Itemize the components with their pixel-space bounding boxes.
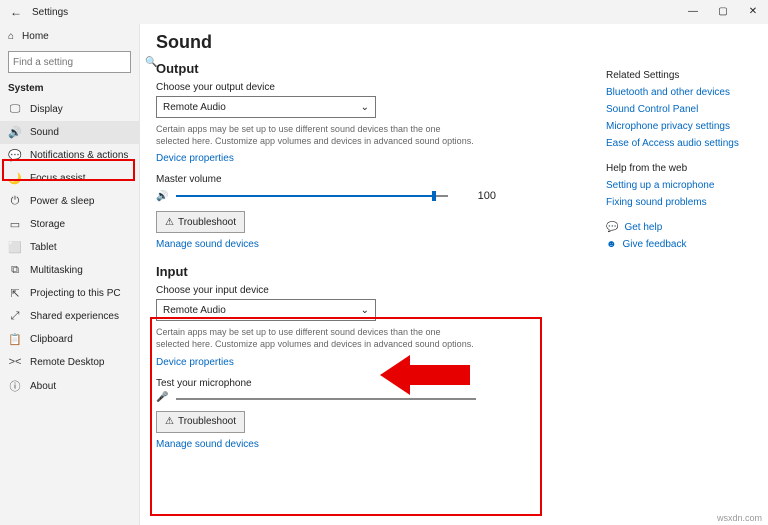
sidebar-item-home[interactable]: ⌂ Home <box>0 26 139 47</box>
maximize-button[interactable]: ▢ <box>708 0 738 24</box>
microphone-level-bar <box>176 398 476 400</box>
sidebar-item-projecting[interactable]: ⇱Projecting to this PC <box>0 282 139 305</box>
warning-icon: ⚠ <box>165 416 174 427</box>
output-device-select[interactable]: Remote Audio ⌄ <box>156 96 376 118</box>
about-icon: ⓘ <box>8 378 22 394</box>
input-device-properties-link[interactable]: Device properties <box>156 357 234 368</box>
sidebar-item-power-sleep[interactable]: ⏻Power & sleep <box>0 190 139 213</box>
link-sound-control-panel[interactable]: Sound Control Panel <box>606 104 756 115</box>
main-content: Sound Output Choose your output device R… <box>140 24 768 525</box>
focus-icon: 🌙 <box>8 172 22 185</box>
back-button[interactable]: ← <box>8 5 24 19</box>
sidebar-item-storage[interactable]: ▭Storage <box>0 213 139 236</box>
input-device-value: Remote Audio <box>163 305 226 316</box>
page-title: Sound <box>156 32 756 53</box>
related-settings-heading: Related Settings <box>606 70 756 81</box>
link-bluetooth[interactable]: Bluetooth and other devices <box>606 87 756 98</box>
sidebar-item-sound[interactable]: 🔊Sound <box>0 121 139 144</box>
notifications-icon: 💬 <box>8 149 22 162</box>
input-hint: Certain apps may be set up to use differ… <box>156 327 476 350</box>
input-heading: Input <box>156 264 756 279</box>
sidebar: ⌂ Home 🔍 System 🖵Display 🔊Sound 💬Notific… <box>0 24 140 525</box>
link-setup-mic[interactable]: Setting up a microphone <box>606 180 756 191</box>
remote-icon: >< <box>8 356 22 368</box>
input-device-select[interactable]: Remote Audio ⌄ <box>156 299 376 321</box>
get-help-link[interactable]: 💬Get help <box>606 222 756 233</box>
sidebar-item-notifications[interactable]: 💬Notifications & actions <box>0 144 139 167</box>
output-hint: Certain apps may be set up to use differ… <box>156 124 476 147</box>
feedback-icon: ☻ <box>606 239 617 250</box>
minimize-button[interactable]: — <box>678 0 708 24</box>
chat-icon: 💬 <box>606 222 618 233</box>
speaker-icon: 🔊 <box>156 191 168 202</box>
storage-icon: ▭ <box>8 218 22 231</box>
home-icon: ⌂ <box>8 31 14 42</box>
sidebar-item-multitasking[interactable]: ⧉Multitasking <box>0 259 139 282</box>
master-volume-slider[interactable] <box>176 189 448 203</box>
power-icon: ⏻ <box>8 195 22 208</box>
sound-icon: 🔊 <box>8 126 22 139</box>
input-manage-devices-link[interactable]: Manage sound devices <box>156 439 259 450</box>
sidebar-item-focus-assist[interactable]: 🌙Focus assist <box>0 167 139 190</box>
sidebar-item-shared-experiences[interactable]: ⤢Shared experiences <box>0 305 139 328</box>
master-volume-value: 100 <box>456 190 496 202</box>
input-troubleshoot-button[interactable]: ⚠ Troubleshoot <box>156 411 245 433</box>
microphone-icon: 🎤 <box>156 392 168 403</box>
output-device-properties-link[interactable]: Device properties <box>156 153 234 164</box>
sidebar-item-display[interactable]: 🖵Display <box>0 98 139 121</box>
output-device-value: Remote Audio <box>163 102 226 113</box>
shared-icon: ⤢ <box>8 310 22 323</box>
watermark: wsxdn.com <box>717 513 762 523</box>
help-web-heading: Help from the web <box>606 163 756 174</box>
multitask-icon: ⧉ <box>8 264 22 277</box>
tablet-icon: ⬜ <box>8 241 22 254</box>
link-mic-privacy[interactable]: Microphone privacy settings <box>606 121 756 132</box>
projecting-icon: ⇱ <box>8 287 22 300</box>
close-button[interactable]: ✕ <box>738 0 768 24</box>
sidebar-item-clipboard[interactable]: 📋Clipboard <box>0 328 139 351</box>
warning-icon: ⚠ <box>165 217 174 228</box>
link-fix-sound[interactable]: Fixing sound problems <box>606 197 756 208</box>
sidebar-item-remote-desktop[interactable]: ><Remote Desktop <box>0 351 139 373</box>
output-manage-devices-link[interactable]: Manage sound devices <box>156 239 259 250</box>
give-feedback-link[interactable]: ☻Give feedback <box>606 239 756 250</box>
test-mic-label: Test your microphone <box>156 378 756 389</box>
search-box[interactable]: 🔍 <box>8 51 131 73</box>
link-ease-of-access-audio[interactable]: Ease of Access audio settings <box>606 138 756 149</box>
window-title: Settings <box>32 7 68 18</box>
chevron-down-icon: ⌄ <box>361 305 369 316</box>
sidebar-item-about[interactable]: ⓘAbout <box>0 373 139 399</box>
search-input[interactable] <box>13 57 145 68</box>
output-troubleshoot-button[interactable]: ⚠ Troubleshoot <box>156 211 245 233</box>
input-choose-label: Choose your input device <box>156 285 756 296</box>
sidebar-item-tablet[interactable]: ⬜Tablet <box>0 236 139 259</box>
right-panel: Related Settings Bluetooth and other dev… <box>606 70 756 256</box>
sidebar-section-system: System <box>0 79 139 98</box>
clipboard-icon: 📋 <box>8 333 22 346</box>
display-icon: 🖵 <box>8 103 22 116</box>
home-label: Home <box>22 31 49 42</box>
chevron-down-icon: ⌄ <box>361 102 369 113</box>
